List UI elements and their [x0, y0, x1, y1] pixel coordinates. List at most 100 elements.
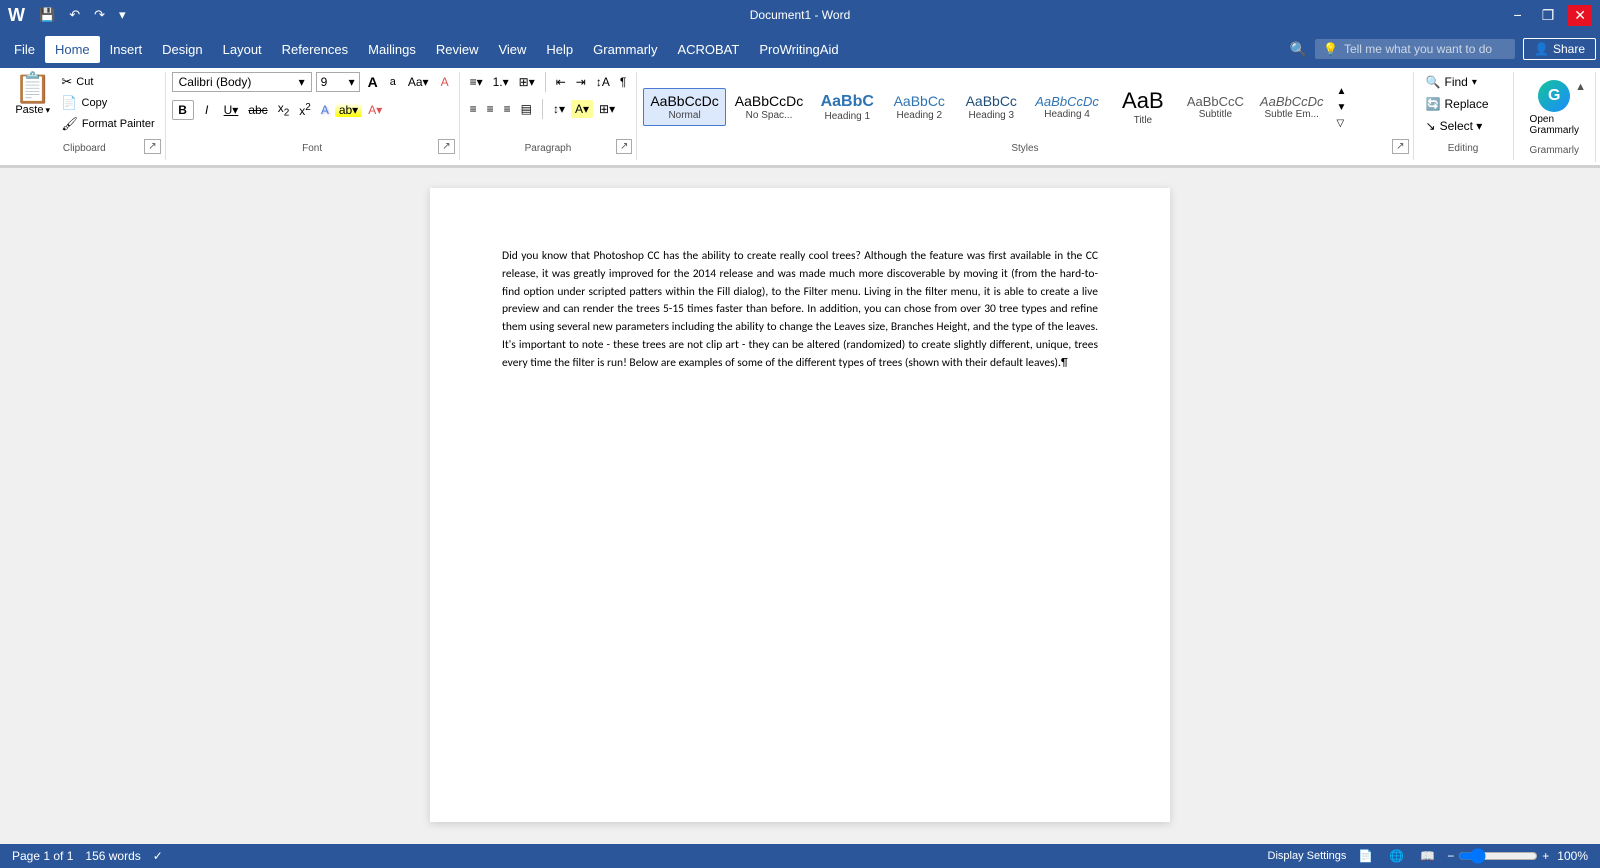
align-right-button[interactable]: ≡	[500, 100, 515, 118]
replace-button[interactable]: 🔄 Replace	[1420, 94, 1495, 114]
style-heading4-label: Heading 4	[1044, 109, 1090, 120]
zoom-range-input[interactable]	[1458, 848, 1538, 864]
restore-button[interactable]: ❐	[1536, 5, 1561, 26]
underline-button[interactable]: U▾	[220, 101, 243, 119]
copy-icon: 📄	[61, 95, 77, 111]
align-left-button[interactable]: ≡	[466, 100, 481, 118]
copy-button[interactable]: 📄 Copy	[57, 93, 158, 113]
font-group-label: Font	[166, 143, 459, 154]
line-spacing-button[interactable]: ↕▾	[549, 100, 569, 118]
numbering-button[interactable]: 1.▾	[489, 73, 513, 91]
style-normal[interactable]: AaBbCcDc Normal	[643, 88, 725, 126]
styles-scroll-up[interactable]: ▲	[1335, 84, 1349, 99]
menu-grammarly[interactable]: Grammarly	[583, 36, 667, 63]
document-page[interactable]: Did you know that Photoshop CC has the a…	[430, 188, 1170, 822]
tell-me-input[interactable]	[1344, 42, 1494, 56]
menu-help[interactable]: Help	[536, 36, 583, 63]
styles-more[interactable]: ▽	[1335, 116, 1349, 131]
qat-dropdown-button[interactable]: ▾	[115, 5, 130, 25]
sort-button[interactable]: ↕A	[592, 73, 614, 91]
style-heading3[interactable]: AaBbCc Heading 3	[956, 88, 1026, 126]
quick-access-toolbar: W 💾 ↶ ↷ ▾	[8, 5, 130, 26]
paste-button[interactable]: 📋 Paste ▾	[10, 72, 55, 118]
paste-dropdown-arrow[interactable]: ▾	[45, 105, 50, 116]
style-title-preview: AaB	[1122, 88, 1164, 114]
menu-mailings[interactable]: Mailings	[358, 36, 426, 63]
web-layout-view-button[interactable]: 🌐	[1385, 847, 1408, 865]
bullets-button[interactable]: ≡▾	[466, 73, 487, 91]
style-title[interactable]: AaB Title	[1108, 83, 1178, 130]
read-mode-button[interactable]: 📖	[1416, 847, 1439, 865]
cut-button[interactable]: ✂ Cut	[57, 72, 158, 92]
display-settings-button[interactable]: Display Settings	[1268, 850, 1347, 862]
increase-indent-button[interactable]: ⇥	[572, 73, 590, 91]
style-heading2[interactable]: AaBbCc Heading 2	[884, 88, 954, 126]
menu-design[interactable]: Design	[152, 36, 212, 63]
menu-view[interactable]: View	[488, 36, 536, 63]
clipboard-expander[interactable]: ↗	[144, 139, 160, 154]
style-subtitle[interactable]: AaBbCcC Subtitle	[1180, 89, 1251, 126]
menu-layout[interactable]: Layout	[213, 36, 272, 63]
proofing-icon: ✓	[153, 849, 163, 863]
zoom-slider[interactable]: − +	[1447, 848, 1549, 864]
style-heading1[interactable]: AaBbC Heading 1	[812, 87, 882, 127]
multilevel-list-button[interactable]: ⊞▾	[515, 73, 539, 91]
decrease-font-button[interactable]: a	[386, 74, 400, 90]
share-button[interactable]: 👤 Share	[1523, 38, 1596, 60]
clear-formatting-button[interactable]: A	[437, 73, 453, 91]
font-color-button[interactable]: A▾	[364, 101, 386, 119]
paste-icon: 📋	[14, 74, 51, 104]
menu-review[interactable]: Review	[426, 36, 489, 63]
style-heading4[interactable]: AaBbCcDc Heading 4	[1028, 89, 1106, 126]
zoom-out-icon[interactable]: −	[1447, 849, 1454, 863]
menu-acrobat[interactable]: ACROBAT	[667, 36, 749, 63]
font-name-dropdown-arrow: ▾	[299, 75, 305, 89]
tell-me-search[interactable]: 💡	[1315, 39, 1515, 59]
print-layout-view-button[interactable]: 📄	[1354, 847, 1377, 865]
change-case-button[interactable]: Aa▾	[404, 73, 433, 91]
increase-font-button[interactable]: A	[364, 72, 382, 92]
justify-button[interactable]: ▤	[517, 100, 536, 118]
font-size-select[interactable]: 9 ▾	[316, 72, 360, 92]
page-content[interactable]: Did you know that Photoshop CC has the a…	[502, 248, 1098, 373]
shading-button[interactable]: A▾	[571, 100, 593, 118]
format-painter-button[interactable]: 🖌 Format Painter	[57, 114, 158, 134]
bold-button[interactable]: B	[172, 100, 194, 120]
close-button[interactable]: ✕	[1568, 5, 1592, 26]
text-highlight-button[interactable]: ab▾	[335, 103, 362, 117]
italic-button[interactable]: I	[196, 101, 218, 119]
document-text[interactable]: Did you know that Photoshop CC has the a…	[502, 248, 1098, 373]
zoom-level[interactable]: 100%	[1557, 849, 1588, 863]
style-subtle-emphasis[interactable]: AaBbCcDc Subtle Em...	[1253, 89, 1331, 126]
undo-button[interactable]: ↶	[65, 5, 84, 25]
text-effects-button[interactable]: A	[317, 101, 333, 119]
minimize-button[interactable]: −	[1508, 5, 1528, 25]
menu-insert[interactable]: Insert	[100, 36, 153, 63]
paragraph-expander[interactable]: ↗	[616, 139, 632, 154]
find-button[interactable]: 🔍 Find ▾	[1420, 72, 1483, 92]
decrease-indent-button[interactable]: ⇤	[552, 73, 570, 91]
menu-references[interactable]: References	[272, 36, 358, 63]
save-button[interactable]: 💾	[35, 5, 59, 25]
zoom-in-icon[interactable]: +	[1542, 849, 1549, 863]
superscript-button[interactable]: x2	[295, 100, 315, 120]
redo-button[interactable]: ↷	[90, 5, 109, 25]
menu-prowritingaid[interactable]: ProWritingAid	[749, 36, 848, 63]
menu-home[interactable]: Home	[45, 36, 100, 63]
find-dropdown-arrow[interactable]: ▾	[1472, 77, 1477, 88]
menu-file[interactable]: File	[4, 36, 45, 63]
font-expander[interactable]: ↗	[438, 139, 454, 154]
show-formatting-button[interactable]: ¶	[616, 73, 630, 91]
strikethrough-button[interactable]: abc	[244, 101, 271, 119]
borders-button[interactable]: ⊞▾	[595, 100, 619, 118]
styles-scroll-down[interactable]: ▼	[1335, 100, 1349, 115]
ribbon-collapse-button[interactable]: ▲	[1569, 68, 1592, 106]
font-name-select[interactable]: Calibri (Body) ▾	[172, 72, 312, 92]
subscript-button[interactable]: x2	[274, 99, 294, 120]
editing-group-label: Editing	[1414, 143, 1513, 154]
align-center-button[interactable]: ≡	[483, 100, 498, 118]
select-button[interactable]: ↘ Select ▾	[1420, 116, 1489, 136]
style-no-spacing[interactable]: AaBbCcDc No Spac...	[728, 88, 810, 126]
styles-expander[interactable]: ↗	[1392, 139, 1408, 154]
clipboard-sub-buttons: ✂ Cut 📄 Copy 🖌 Format Painter	[57, 72, 158, 134]
